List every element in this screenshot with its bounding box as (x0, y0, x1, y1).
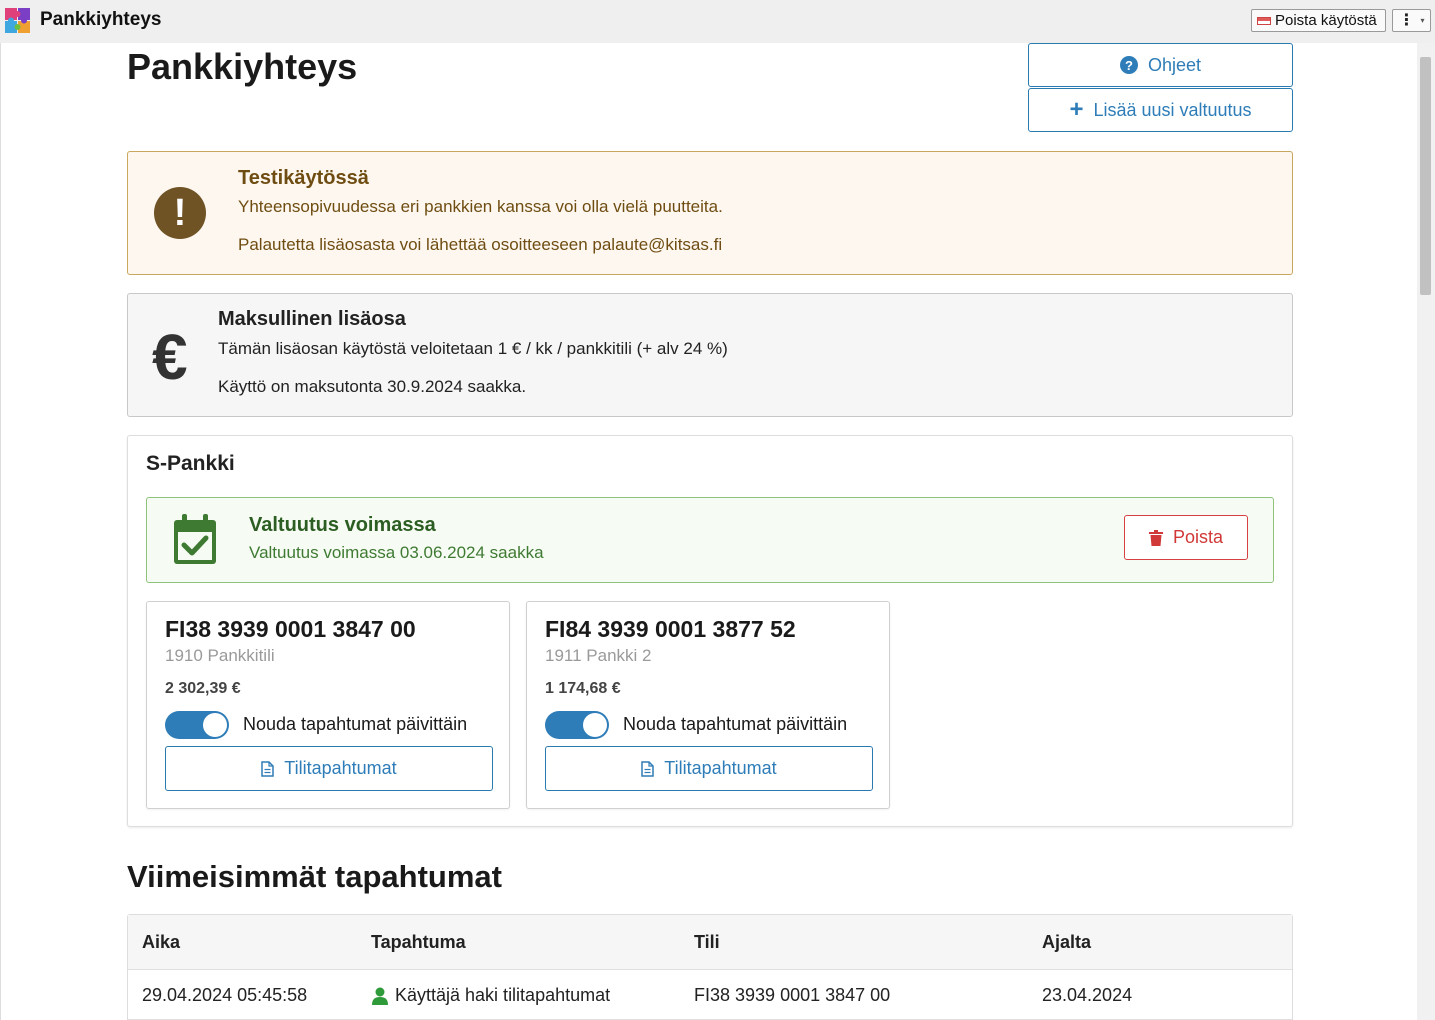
calendar-check-icon (174, 514, 216, 564)
puzzle-logo-icon (5, 8, 30, 33)
exclamation-icon: ! (154, 187, 206, 239)
help-button-label: Ohjeet (1147, 54, 1202, 75)
disable-addon-button[interactable]: Poista käytöstä (1251, 9, 1386, 32)
more-dots-icon: ⋮ (1398, 11, 1415, 29)
transactions-button[interactable]: Tilitapahtumat (545, 746, 873, 791)
transactions-label: Tilitapahtumat (284, 758, 397, 778)
cell-account: FI38 3939 0001 3847 00 (694, 985, 891, 1005)
transactions-button[interactable]: Tilitapahtumat (165, 746, 493, 791)
window-title: Pankkiyhteys (40, 9, 162, 30)
info-text-1: Tämän lisäosan käytöstä veloitetaan 1 € … (218, 339, 728, 358)
window-titlebar: Pankkiyhteys Poista käytöstä ⋮ ▾ (0, 0, 1435, 43)
fetch-daily-toggle[interactable] (165, 711, 229, 739)
column-header-time: Aika (142, 932, 181, 952)
fetch-daily-label: Nouda tapahtumat päivittäin (623, 714, 848, 734)
trash-icon (1148, 529, 1163, 546)
add-authorization-label: Lisää uusi valtuutus (1093, 99, 1252, 120)
delete-authorization-button[interactable]: Poista (1124, 515, 1248, 560)
alert-text-1: Yhteensopivuudessa eri pankkien kanssa v… (238, 197, 723, 216)
column-header-account: Tili (694, 932, 720, 952)
flag-icon (1257, 16, 1271, 25)
plus-icon: + (1069, 96, 1084, 123)
document-icon (261, 760, 275, 777)
delete-button-label: Poista (1172, 527, 1224, 547)
user-icon (372, 987, 388, 1005)
account-balance: 1 174,68 € (545, 680, 621, 697)
main-content: Pankkiyhteys ? Ohjeet + Lisää uusi valtu… (0, 43, 1417, 1020)
account-iban: FI84 3939 0001 3877 52 (545, 616, 796, 642)
paid-addon-info: € Maksullinen lisäosa Tämän lisäosan käy… (127, 293, 1293, 417)
fetch-daily-label: Nouda tapahtumat päivittäin (243, 714, 468, 734)
chevron-down-icon: ▾ (1420, 16, 1425, 25)
account-name: 1910 Pankkitili (165, 646, 275, 665)
info-title: Maksullinen lisäosa (218, 308, 406, 330)
recent-events-title: Viimeisimmät tapahtumat (127, 859, 502, 894)
bank-name: S-Pankki (146, 452, 235, 475)
add-authorization-button[interactable]: + Lisää uusi valtuutus (1028, 88, 1293, 132)
document-icon (641, 760, 655, 777)
fetch-daily-toggle[interactable] (545, 711, 609, 739)
scrollbar-thumb[interactable] (1420, 57, 1431, 295)
help-button[interactable]: ? Ohjeet (1028, 43, 1293, 87)
vertical-scrollbar[interactable] (1417, 43, 1435, 1020)
euro-icon: € (152, 321, 188, 393)
authorization-subtitle: Valtuutus voimassa 03.06.2024 saakka (249, 543, 544, 562)
alert-text-2: Palautetta lisäosasta voi lähettää osoit… (238, 235, 723, 254)
account-iban: FI38 3939 0001 3847 00 (165, 616, 416, 642)
account-card: FI84 3939 0001 3877 52 1911 Pankki 2 1 1… (526, 601, 890, 809)
bank-card: S-Pankki Valtuutus voimassa Valtuutus vo… (127, 435, 1293, 827)
cell-period: 23.04.2024 (1042, 985, 1133, 1005)
cell-time: 29.04.2024 05:45:58 (142, 985, 308, 1005)
account-name: 1911 Pankki 2 (545, 646, 652, 665)
disable-addon-label: Poista käytöstä (1275, 12, 1377, 29)
column-header-event: Tapahtuma (371, 932, 466, 952)
test-mode-alert: ! Testikäytössä Yhteensopivuudessa eri p… (127, 151, 1293, 275)
transactions-label: Tilitapahtumat (664, 758, 777, 778)
toggle-knob (583, 713, 607, 737)
toggle-knob (203, 713, 227, 737)
authorization-status: Valtuutus voimassa Valtuutus voimassa 03… (146, 497, 1274, 583)
info-text-2: Käyttö on maksutonta 30.9.2024 saakka. (218, 377, 527, 396)
account-card: FI38 3939 0001 3847 00 1910 Pankkitili 2… (146, 601, 510, 809)
account-balance: 2 302,39 € (165, 680, 241, 697)
page-title: Pankkiyhteys (127, 46, 358, 87)
authorization-title: Valtuutus voimassa (249, 514, 436, 536)
table-header: Aika Tapahtuma Tili Ajalta (128, 915, 1292, 970)
more-menu-button[interactable]: ⋮ ▾ (1392, 9, 1431, 32)
cell-event-text: Käyttäjä haki tilitapahtumat (395, 985, 611, 1005)
alert-title: Testikäytössä (238, 167, 369, 189)
events-table: Aika Tapahtuma Tili Ajalta 29.04.2024 05… (127, 914, 1293, 1020)
column-header-period: Ajalta (1042, 932, 1092, 952)
cell-event: Käyttäjä haki tilitapahtumat (371, 985, 610, 1006)
question-circle-icon: ? (1119, 56, 1138, 74)
